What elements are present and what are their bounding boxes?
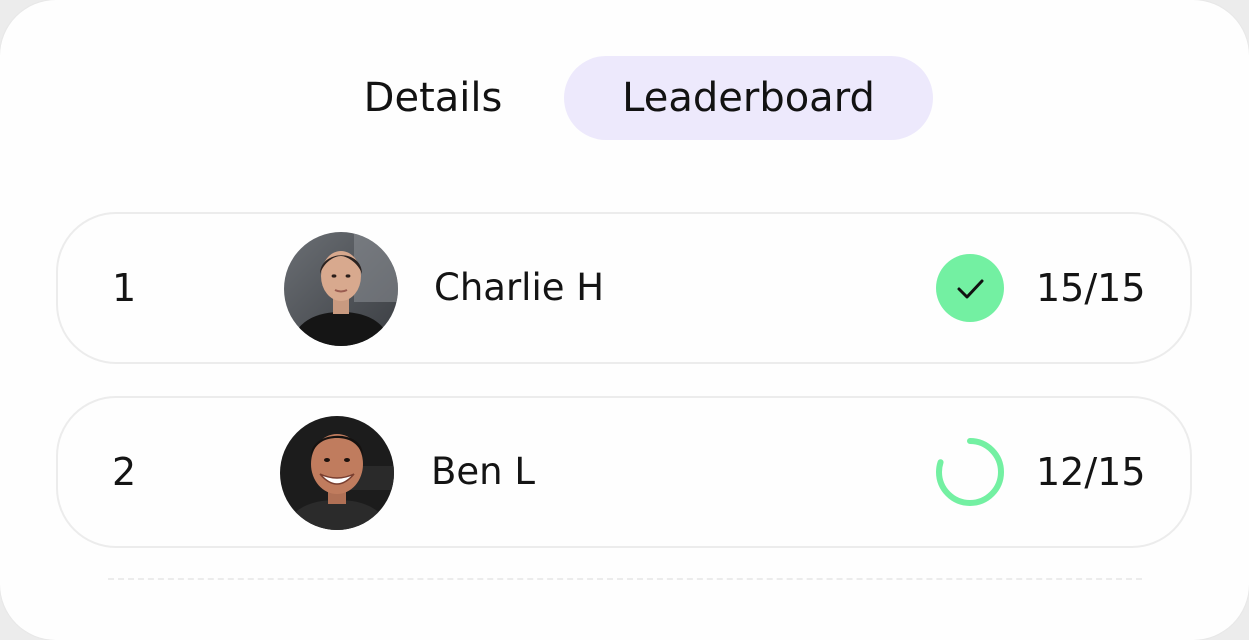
leaderboard-card: Details Leaderboard 1 Charlie H 15/15 2 …	[0, 0, 1249, 640]
leaderboard-row[interactable]: 2 Ben L 12/15	[56, 396, 1192, 548]
avatar-woman-image	[284, 232, 398, 346]
rank-number: 2	[112, 450, 137, 494]
rank-number: 1	[112, 266, 137, 310]
avatar-man-image	[280, 416, 394, 530]
tab-leaderboard[interactable]: Leaderboard	[564, 56, 933, 140]
player-name: Ben L	[431, 450, 535, 493]
avatar	[280, 416, 394, 530]
check-icon	[934, 252, 1006, 324]
tab-bar: Details Leaderboard	[0, 56, 1249, 140]
score: 15/15	[1036, 266, 1146, 310]
avatar	[284, 232, 398, 346]
next-row-edge	[108, 578, 1142, 580]
leaderboard-row[interactable]: 1 Charlie H 15/15	[56, 212, 1192, 364]
progress-ring-icon	[934, 436, 1006, 508]
player-name: Charlie H	[434, 266, 605, 309]
tab-details[interactable]: Details	[338, 56, 528, 140]
score: 12/15	[1036, 450, 1146, 494]
